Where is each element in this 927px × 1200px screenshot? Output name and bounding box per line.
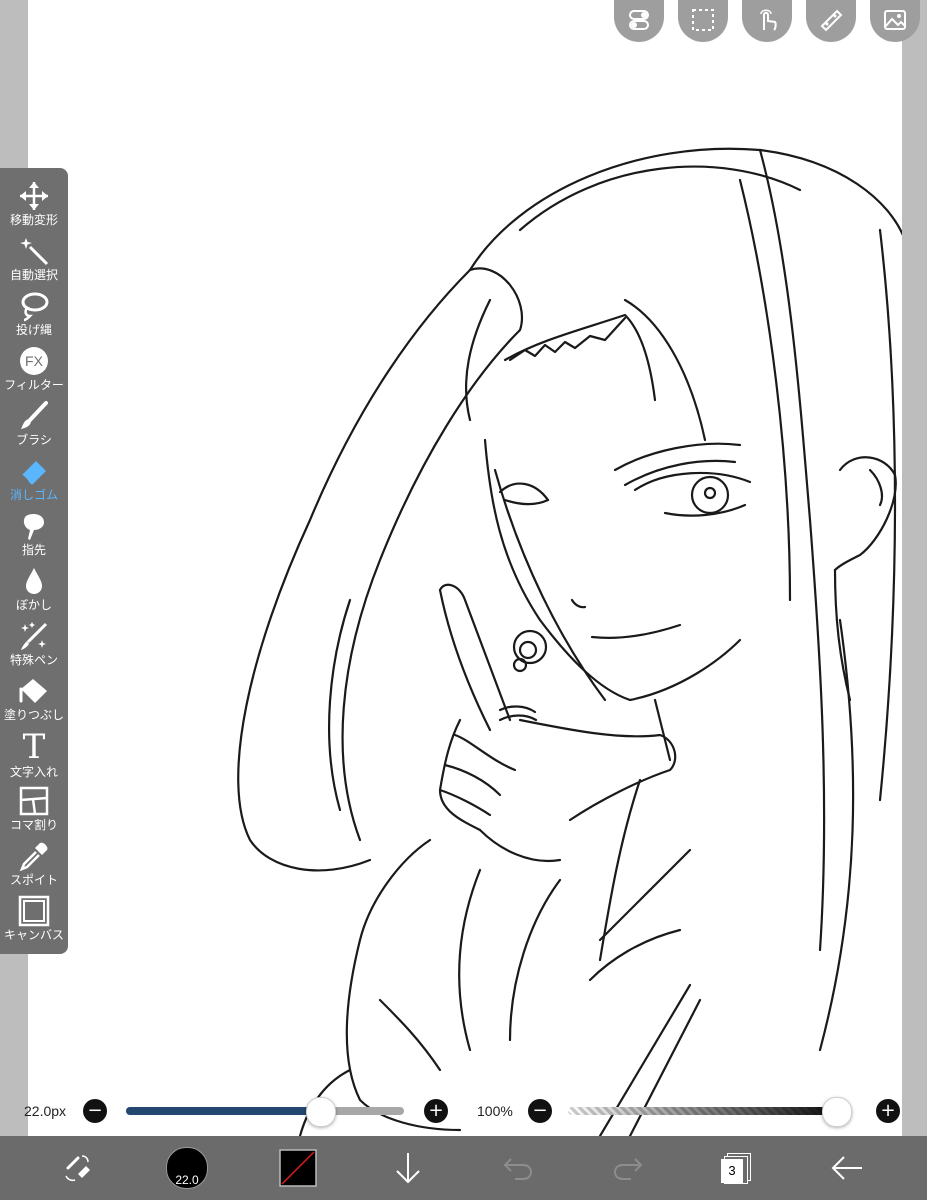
fill-icon <box>19 679 47 703</box>
brush-size-badge: 22.0 <box>175 1173 199 1187</box>
tool-label: 特殊ペン <box>9 653 58 667</box>
brush-size-button[interactable]: 22.0 <box>163 1144 211 1192</box>
tool-label: スポイト <box>9 873 58 887</box>
opacity-plus-button[interactable]: + <box>876 1099 900 1123</box>
download-button[interactable] <box>384 1144 432 1192</box>
back-button[interactable] <box>823 1144 871 1192</box>
brush-size-plus-button[interactable]: + <box>424 1099 448 1123</box>
tool-eyedropper[interactable]: スポイト <box>0 832 68 887</box>
tool-fill[interactable]: 塗りつぶし <box>0 667 68 722</box>
tool-label: 消しゴム <box>9 488 58 502</box>
tool-label: 自動選択 <box>9 268 58 282</box>
undo-button[interactable] <box>494 1144 542 1192</box>
tool-label: 移動変形 <box>9 213 58 227</box>
tool-blur[interactable]: ぼかし <box>0 557 68 612</box>
redo-button[interactable] <box>604 1144 652 1192</box>
magic-wand-icon <box>20 238 49 266</box>
tool-label: 指先 <box>21 543 46 557</box>
move-icon <box>20 182 48 210</box>
fx-icon: FX <box>20 347 48 375</box>
tool-brush[interactable]: ブラシ <box>0 392 68 447</box>
toggle-switch-icon <box>629 10 649 30</box>
bottom-toolbar: 22.0 3 <box>0 1136 927 1200</box>
canvas-gutter-right <box>902 0 927 1136</box>
color-button[interactable] <box>274 1144 322 1192</box>
drawing-canvas[interactable] <box>28 0 902 1136</box>
tool-label: ブラシ <box>16 433 52 447</box>
undo-icon <box>503 1158 533 1180</box>
brush-size-circle: 22.0 <box>166 1147 208 1189</box>
tool-auto-select[interactable]: 自動選択 <box>0 227 68 282</box>
arrow-left-icon <box>831 1156 862 1180</box>
tool-label: コマ割り <box>9 818 58 832</box>
tool-filter[interactable]: FX フィルター <box>0 337 68 392</box>
tool-lasso[interactable]: 投げ縄 <box>0 282 68 337</box>
finger-touch-icon <box>760 9 777 31</box>
tool-label: 投げ縄 <box>15 323 52 337</box>
brush-size-slider[interactable] <box>126 1097 404 1127</box>
opacity-track <box>568 1107 850 1115</box>
tool-canvas[interactable]: キャンバス <box>0 887 68 942</box>
blur-icon <box>26 568 42 594</box>
brush-icon <box>21 401 48 429</box>
opacity-value: 100% <box>477 1103 513 1119</box>
brush-size-knob[interactable] <box>306 1097 336 1127</box>
brush-size-value: 22.0px <box>24 1103 67 1119</box>
ruler-icon <box>820 9 843 32</box>
opacity-minus-button[interactable]: − <box>528 1099 552 1123</box>
tool-label: キャンバス <box>3 928 64 942</box>
brush-eraser-swap-icon <box>65 1155 90 1182</box>
tool-text[interactable]: T 文字入れ <box>0 722 68 779</box>
tool-label: 塗りつぶし <box>3 708 65 722</box>
line-art-drawing <box>237 147 902 1136</box>
tool-palette: 移動変形 自動選択 投げ縄 FX フィルター ブラシ 消しゴム 指先 ぼかし 特… <box>0 168 68 954</box>
opacity-knob[interactable] <box>822 1097 852 1127</box>
layers-button[interactable]: 3 <box>712 1144 760 1192</box>
eyedropper-icon <box>19 842 48 872</box>
canvas-icon <box>18 895 50 927</box>
tool-frame-divider[interactable]: コマ割り <box>0 777 68 832</box>
arrow-down-icon <box>396 1153 420 1184</box>
tool-label: ぼかし <box>15 598 52 612</box>
frame-divider-icon <box>19 786 49 816</box>
redo-icon <box>613 1158 643 1180</box>
tool-label: フィルター <box>4 378 64 392</box>
text-icon: T <box>22 727 46 767</box>
tool-smudge[interactable]: 指先 <box>0 502 68 557</box>
layer-count: 3 <box>721 1159 743 1183</box>
opacity-slider[interactable] <box>568 1097 852 1127</box>
tool-special-pen[interactable]: 特殊ペン <box>0 612 68 667</box>
image-icon <box>884 10 906 30</box>
special-pen-icon <box>21 622 48 650</box>
dashed-selection-icon <box>692 9 714 31</box>
eraser-icon <box>21 461 46 485</box>
fx-glyph: FX <box>25 353 44 369</box>
smudge-icon <box>23 514 44 540</box>
brush-size-minus-button[interactable]: − <box>83 1099 107 1123</box>
color-swatch-icon <box>279 1149 317 1187</box>
brush-size-fill <box>126 1107 320 1115</box>
tool-move-transform[interactable]: 移動変形 <box>0 172 68 227</box>
tool-eraser[interactable]: 消しゴム <box>0 447 68 502</box>
lasso-icon <box>21 292 49 322</box>
layers-icon: 3 <box>719 1151 753 1185</box>
quick-menu-button[interactable] <box>52 1144 100 1192</box>
